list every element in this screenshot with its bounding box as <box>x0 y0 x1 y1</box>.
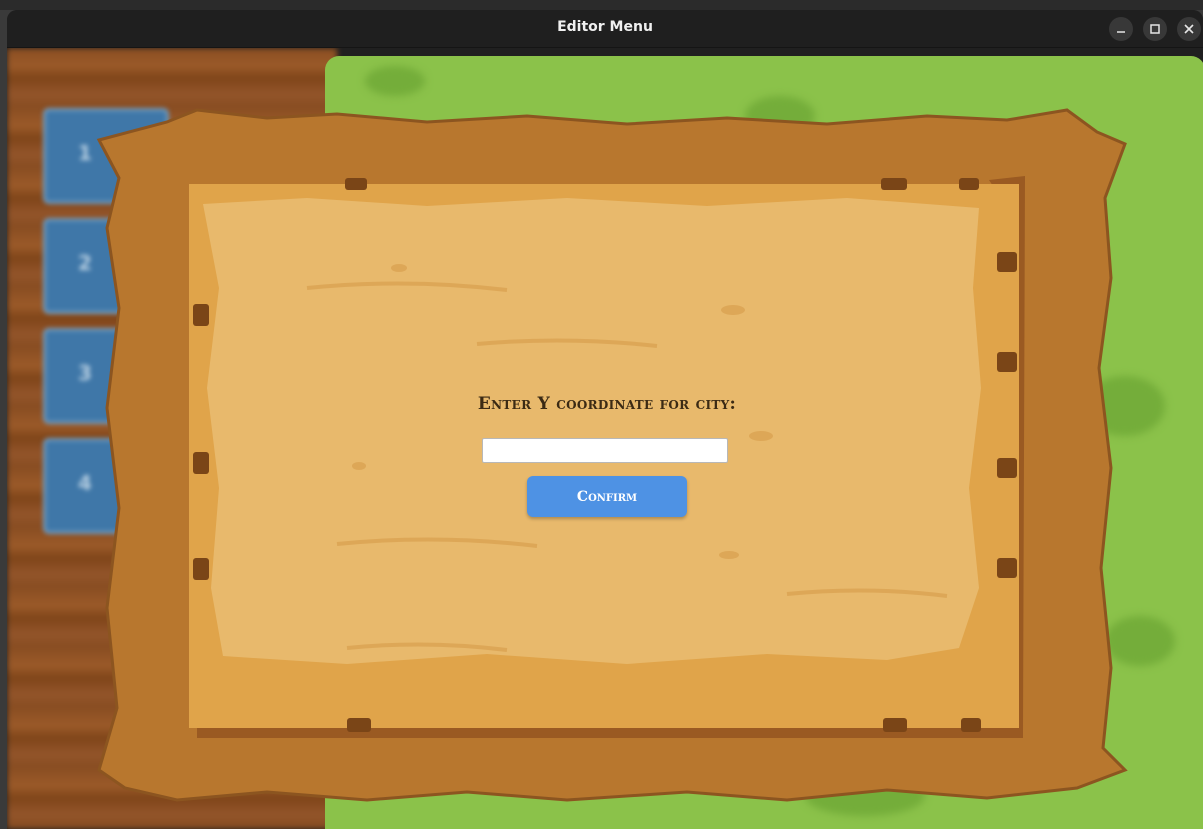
title-bar[interactable]: Editor Menu <box>7 10 1203 48</box>
y-coordinate-input[interactable] <box>482 438 728 463</box>
parchment-spot <box>721 305 745 315</box>
frame-notch <box>193 558 209 580</box>
close-button[interactable] <box>1177 17 1201 41</box>
maximize-icon <box>1150 24 1160 34</box>
desktop-top-bar <box>0 0 1203 10</box>
frame-notch <box>997 558 1017 578</box>
parchment-spot <box>391 264 407 272</box>
confirm-button[interactable]: Confirm <box>527 476 687 517</box>
frame-notch <box>347 718 371 732</box>
window-title: Editor Menu <box>557 19 653 35</box>
frame-notch <box>997 252 1017 272</box>
close-icon <box>1184 24 1194 34</box>
frame-notch <box>997 352 1017 372</box>
frame-notch <box>881 178 907 190</box>
frame-notch <box>961 718 981 732</box>
frame-notch <box>345 178 367 190</box>
editor-window: Editor Menu 1 2 3 4 Enter Y coordinate f… <box>7 10 1203 829</box>
parchment-spot <box>719 551 739 559</box>
frame-notch <box>959 178 979 190</box>
parchment-spot <box>352 462 366 470</box>
parchment-sheet <box>203 198 981 664</box>
frame-notch <box>997 458 1017 478</box>
y-coordinate-prompt: Enter Y coordinate for city: <box>477 394 737 414</box>
frame-notch <box>193 304 209 326</box>
maximize-button[interactable] <box>1143 17 1167 41</box>
parchment-spot <box>749 431 773 441</box>
frame-notch <box>883 718 907 732</box>
game-canvas: 1 2 3 4 Enter Y coordinate for city: Con… <box>7 48 1203 829</box>
minimize-icon <box>1117 31 1125 33</box>
frame-notch <box>193 452 209 474</box>
minimize-button[interactable] <box>1109 17 1133 41</box>
